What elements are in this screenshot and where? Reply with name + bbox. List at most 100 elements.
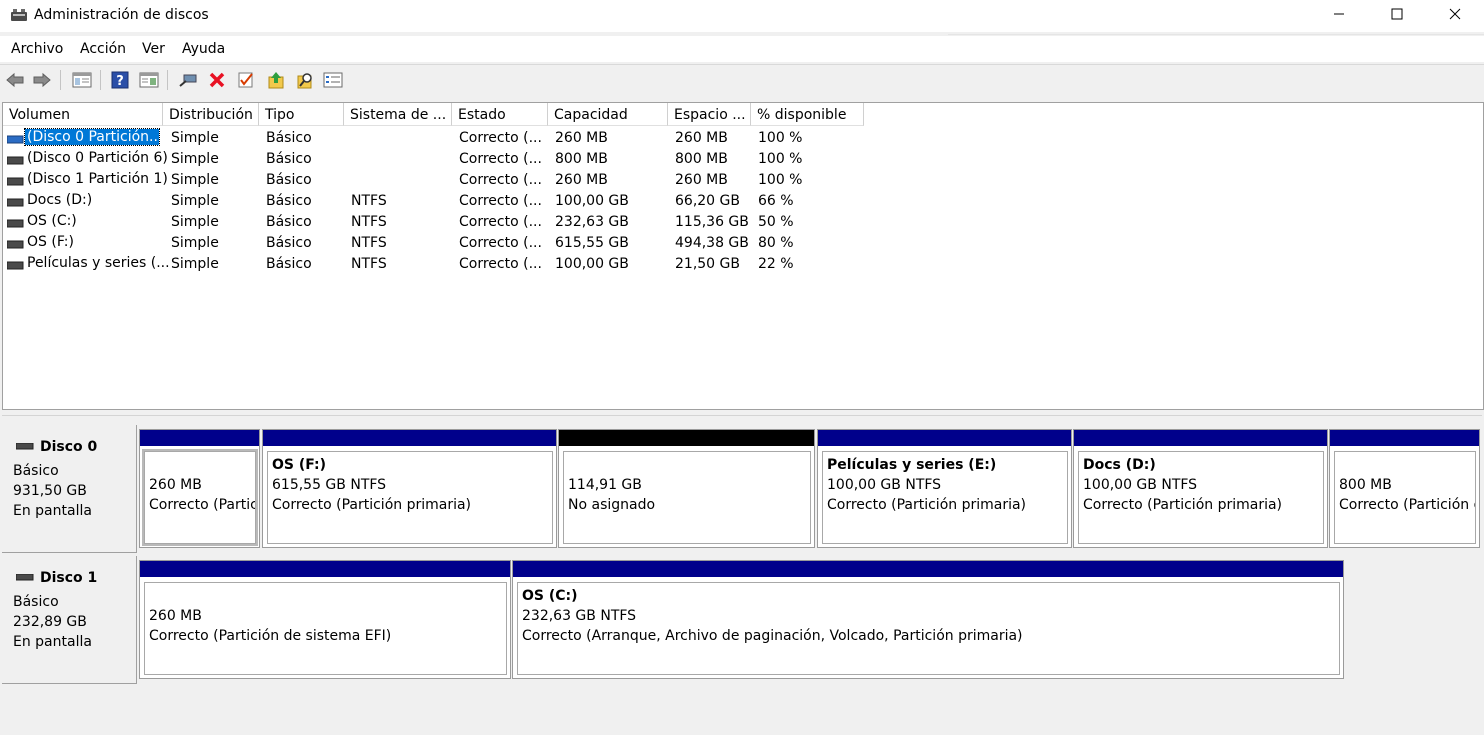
column-header-espacio[interactable]: Espacio ... [668,103,751,126]
partition-os-f[interactable]: OS (F:) 615,55 GB NTFS Correcto (Partici… [262,429,557,548]
volume-icon [6,217,24,228]
close-icon [1449,8,1461,24]
menu-archivo[interactable]: Archivo [11,41,63,57]
partition-status: Correcto (Partic [149,497,256,513]
partition-bar [1330,430,1479,446]
menu-separator [948,34,1484,35]
partition-bar [140,561,510,577]
table-row[interactable]: OS (F:) Simple Básico NTFS Correcto (...… [3,233,1483,254]
volume-layout: Simple [171,130,219,146]
volume-name: (Disco 0 Partición... [24,128,160,146]
table-row[interactable]: Docs (D:) Simple Básico NTFS Correcto (.… [3,191,1483,212]
partition-body: 260 MB Correcto (Partición de sistema EF… [144,582,507,675]
partition-disco0-efi[interactable]: 260 MB Correcto (Partic [139,429,260,548]
volume-status: Correcto (... [459,214,542,230]
properties-icon[interactable] [322,69,344,91]
console-icon[interactable] [138,69,160,91]
volume-type: Básico [266,193,312,209]
title-bar: Administración de discos [0,0,1484,32]
partition-bar [263,430,556,446]
menu-ver[interactable]: Ver [142,41,165,57]
volume-pct: 100 % [758,151,803,167]
partition-size: 232,63 GB NTFS [522,608,637,624]
toolbar-separator [60,70,61,90]
disk-label-disco-1[interactable]: Disco 1 Básico 232,89 GB En pantalla [2,556,137,684]
volume-name: Películas y series (... [27,255,170,271]
minimize-button[interactable] [1310,0,1368,32]
table-row[interactable]: Películas y series (... Simple Básico NT… [3,254,1483,275]
volume-name: OS (F:) [27,234,74,250]
column-header-tipo[interactable]: Tipo [259,103,344,126]
volume-type: Básico [266,172,312,188]
partition-status: Correcto (Partición de sistema EFI) [149,628,392,644]
volume-capacity: 100,00 GB [555,193,629,209]
partition-unallocated[interactable]: 114,91 GB No asignado [558,429,815,548]
volume-capacity: 615,55 GB [555,235,629,251]
volume-status: Correcto (... [459,256,542,272]
maximize-button[interactable] [1368,0,1426,32]
volume-fs: NTFS [351,214,387,230]
check-icon[interactable] [235,69,257,91]
disk-size: 931,50 GB [13,483,87,499]
menu-ayuda[interactable]: Ayuda [182,41,225,57]
partition-bar [818,430,1071,446]
table-row[interactable]: (Disco 0 Partición... Simple Básico Corr… [3,128,1483,149]
search-icon[interactable] [294,69,316,91]
volume-capacity: 260 MB [555,172,608,188]
volume-icon [6,154,24,165]
partition-status: Correcto (Partición d [1339,497,1476,513]
volume-free: 66,20 GB [675,193,740,209]
column-header-capacidad[interactable]: Capacidad [548,103,668,126]
toolbar: ? [0,64,1484,95]
volume-name: (Disco 1 Partición 1) [27,171,168,187]
volume-type: Básico [266,256,312,272]
partition-body: OS (C:) 232,63 GB NTFS Correcto (Arranqu… [517,582,1340,675]
volume-type: Básico [266,235,312,251]
close-button[interactable] [1426,0,1484,32]
forward-icon[interactable] [31,69,53,91]
connect-icon[interactable] [177,69,199,91]
volume-name: OS (C:) [27,213,77,229]
svg-text:?: ? [116,74,124,89]
disk-status: En pantalla [13,503,92,519]
partition-disco0-part6[interactable]: 800 MB Correcto (Partición d [1329,429,1480,548]
volume-free: 115,36 GB [675,214,749,230]
partition-title: OS (F:) [272,457,327,473]
partition-size: 114,91 GB [568,477,642,493]
disk-name: Disco 0 [40,439,98,455]
disk-icon [15,570,34,581]
column-header-distribucion[interactable]: Distribución [163,103,259,126]
volume-layout: Simple [171,151,219,167]
column-header-estado[interactable]: Estado [452,103,548,126]
column-header-sistema[interactable]: Sistema de ... [344,103,452,126]
volume-pct: 100 % [758,172,803,188]
properties-pane-icon[interactable] [71,69,93,91]
table-row[interactable]: OS (C:) Simple Básico NTFS Correcto (...… [3,212,1483,233]
help-icon[interactable]: ? [109,69,131,91]
partition-bar [140,430,259,446]
partition-status: Correcto (Partición primaria) [272,497,472,513]
partition-peliculas-e[interactable]: Películas y series (E:) 100,00 GB NTFS C… [817,429,1072,548]
delete-icon[interactable] [206,69,228,91]
disk-label-disco-0[interactable]: Disco 0 Básico 931,50 GB En pantalla [2,425,137,553]
partition-title: Docs (D:) [1083,457,1156,473]
disk-status: En pantalla [13,634,92,650]
table-row[interactable]: (Disco 0 Partición 6) Simple Básico Corr… [3,149,1483,170]
partition-docs-d[interactable]: Docs (D:) 100,00 GB NTFS Correcto (Parti… [1073,429,1328,548]
volume-capacity: 100,00 GB [555,256,629,272]
volume-free: 260 MB [675,130,728,146]
back-icon[interactable] [4,69,26,91]
partition-disco1-efi[interactable]: 260 MB Correcto (Partición de sistema EF… [139,560,511,679]
partition-os-c[interactable]: OS (C:) 232,63 GB NTFS Correcto (Arranqu… [512,560,1344,679]
menu-accion[interactable]: Acción [80,41,126,57]
column-header-disponible[interactable]: % disponible [751,103,864,126]
volume-status: Correcto (... [459,235,542,251]
table-row[interactable]: (Disco 1 Partición 1) Simple Básico Corr… [3,170,1483,191]
column-header-volumen[interactable]: Volumen [3,103,163,126]
volume-capacity: 232,63 GB [555,214,629,230]
partition-bar [559,430,814,446]
volume-status: Correcto (... [459,193,542,209]
volume-fs: NTFS [351,256,387,272]
volume-list[interactable]: Volumen Distribución Tipo Sistema de ...… [2,102,1484,410]
import-icon[interactable] [265,69,287,91]
